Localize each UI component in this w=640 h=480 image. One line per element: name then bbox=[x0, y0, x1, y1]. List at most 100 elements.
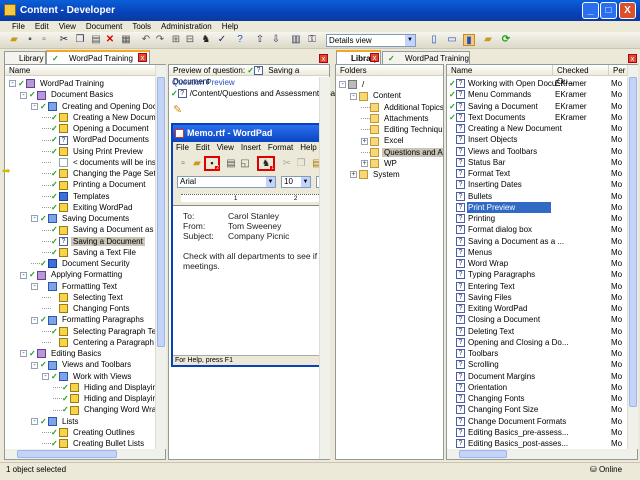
menu-file[interactable]: File bbox=[12, 21, 25, 32]
tab-wordpad-training-left[interactable]: ✓ WordPad Training x bbox=[46, 50, 150, 64]
tree-item[interactable]: ✓ Exiting WordPad bbox=[42, 202, 134, 213]
print-icon[interactable]: ▫ bbox=[38, 34, 50, 46]
list-horizontal-scrollbar[interactable] bbox=[447, 449, 637, 459]
tree-item[interactable]: Selecting Text bbox=[42, 292, 125, 303]
folder-item[interactable]: Editing Techniques bbox=[361, 124, 443, 135]
collapse-icon[interactable]: - bbox=[20, 271, 27, 279]
view-select[interactable]: Details view ▼ bbox=[326, 34, 416, 47]
tree-item[interactable]: ✓ Creating Outlines bbox=[42, 427, 137, 438]
close-pane-icon[interactable]: x bbox=[319, 54, 328, 63]
folder-item[interactable]: - / bbox=[339, 79, 366, 90]
copy-icon[interactable]: ❐ bbox=[74, 34, 86, 46]
collapse-icon[interactable]: - bbox=[31, 316, 38, 324]
collapse-icon[interactable]: - bbox=[20, 350, 27, 358]
layout-horizontal-icon[interactable]: ▭ bbox=[446, 34, 458, 46]
menu-document[interactable]: Document bbox=[86, 21, 122, 32]
list-item[interactable]: ? Printing Mo bbox=[447, 213, 627, 224]
list-item[interactable]: ✓? Text Documents EKramer Mo bbox=[447, 112, 627, 123]
spellcheck-icon[interactable]: ✓ bbox=[216, 34, 228, 46]
close-tab-icon[interactable]: x bbox=[138, 53, 147, 62]
list-item[interactable]: ? Editing Basics_pre-assess... Mo bbox=[447, 427, 627, 438]
close-tab-icon[interactable]: x bbox=[370, 53, 379, 62]
tree-item[interactable]: - ✓ Document Basics bbox=[20, 89, 115, 100]
list-item[interactable]: ? Scrolling Mo bbox=[447, 359, 627, 370]
collapse-icon[interactable]: ⊟ bbox=[184, 34, 196, 46]
wp-menu-format[interactable]: Format bbox=[268, 142, 293, 154]
folder-up-icon[interactable]: ▰ bbox=[482, 34, 494, 46]
tree-item[interactable]: - ✓ Formatting Paragraphs bbox=[31, 314, 146, 325]
tree-horizontal-scrollbar[interactable] bbox=[5, 449, 165, 459]
menu-tools[interactable]: Tools bbox=[132, 21, 151, 32]
list-item[interactable]: ? Editing Basics_post-asses... Mo bbox=[447, 438, 627, 449]
folder-item[interactable]: - Content bbox=[350, 90, 403, 101]
expand-icon[interactable]: + bbox=[361, 160, 368, 168]
open-icon[interactable]: ▰ bbox=[8, 34, 20, 46]
list-item[interactable]: ? Views and Toolbars Mo bbox=[447, 146, 627, 157]
list-item[interactable]: ? Exiting WordPad Mo bbox=[447, 303, 627, 314]
list-item[interactable]: ? Saving Files Mo bbox=[447, 292, 627, 303]
tree-item[interactable]: ✓ Saving a Text File bbox=[42, 247, 138, 258]
folder-item[interactable]: Questions and Asses bbox=[361, 147, 443, 158]
collapse-icon[interactable]: - bbox=[31, 282, 38, 290]
list-item[interactable]: ✓? Saving a Document EKramer Mo bbox=[447, 101, 627, 112]
list-item[interactable]: ? Entering Text Mo bbox=[447, 281, 627, 292]
collapse-icon[interactable]: - bbox=[20, 91, 27, 99]
minimize-button[interactable]: _ bbox=[582, 2, 599, 19]
chevron-down-icon[interactable]: ▼ bbox=[266, 177, 275, 187]
save-icon-highlighted[interactable]: ▪ 2 bbox=[204, 156, 220, 171]
wordpad-document[interactable]: To: Carol Stanley From: Tom Sweeney Subj… bbox=[173, 207, 327, 355]
print-icon[interactable]: ▤ bbox=[225, 158, 237, 170]
list-item[interactable]: ? Closing a Document Mo bbox=[447, 314, 627, 325]
menu-view[interactable]: View bbox=[59, 21, 76, 32]
list-item[interactable]: ? Bullets Mo bbox=[447, 191, 627, 202]
delete-icon[interactable]: ✕ bbox=[104, 34, 116, 46]
list-item[interactable]: ? Change Document Formats Mo bbox=[447, 416, 627, 427]
list-item[interactable]: ? Creating a New Document Mo bbox=[447, 123, 627, 134]
list-item[interactable]: ✓? Working with Open Docu... EKramer Mo bbox=[447, 78, 627, 89]
list-item[interactable]: ? Changing Fonts Mo bbox=[447, 393, 627, 404]
copy-icon[interactable]: ❐ bbox=[295, 158, 307, 170]
new-icon[interactable]: ▫ bbox=[177, 158, 189, 170]
list-item[interactable]: ? Menus Mo bbox=[447, 247, 627, 258]
list-item[interactable]: ? Inserting Dates Mo bbox=[447, 179, 627, 190]
list-item[interactable]: ? Orientation Mo bbox=[447, 382, 627, 393]
collapse-icon[interactable]: - bbox=[31, 102, 38, 110]
refresh-icon[interactable]: ⟳ bbox=[500, 34, 512, 46]
collapse-icon[interactable]: - bbox=[9, 80, 16, 88]
menu-administration[interactable]: Administration bbox=[161, 21, 212, 32]
folder-item[interactable]: + System bbox=[350, 169, 402, 180]
list-item[interactable]: ? Format Text Mo bbox=[447, 168, 627, 179]
tree-item[interactable]: ✓ Creating Bullet Lists bbox=[42, 438, 146, 449]
publish-icon[interactable]: ▥ bbox=[290, 34, 302, 46]
save-icon[interactable]: ▪ bbox=[24, 34, 36, 46]
tree-item[interactable]: ✓ Creating a New Document bbox=[42, 112, 155, 123]
tree-item[interactable]: < documents will be inserte bbox=[42, 157, 155, 168]
list-item[interactable]: ? Document Margins Mo bbox=[447, 371, 627, 382]
tree-item[interactable]: Centering a Paragraph bbox=[42, 337, 155, 348]
tree-item[interactable]: - ✓ Views and Toolbars bbox=[31, 359, 133, 370]
collapse-icon[interactable]: - bbox=[31, 215, 38, 223]
list-item[interactable]: ✓? Menu Commands EKramer Mo bbox=[447, 89, 627, 100]
layout-single-icon[interactable]: ▯ bbox=[428, 34, 440, 46]
list-item[interactable]: ? Typing Paragraphs Mo bbox=[447, 269, 627, 280]
undo-icon[interactable]: ↶ bbox=[140, 34, 152, 46]
collapse-icon[interactable]: - bbox=[339, 81, 346, 89]
tree-item[interactable]: Changing Fonts bbox=[42, 303, 131, 314]
menu-help[interactable]: Help bbox=[222, 21, 238, 32]
permissions-icon[interactable]: ⚿ bbox=[306, 34, 318, 46]
tree-item[interactable]: ✓ Using Print Preview bbox=[42, 146, 145, 157]
wp-menu-insert[interactable]: Insert bbox=[241, 142, 261, 154]
list-vertical-scrollbar[interactable] bbox=[627, 65, 638, 449]
list-item[interactable]: ? Deleting Text Mo bbox=[447, 326, 627, 337]
tree-item[interactable]: -✓ Creating and Opening Documer bbox=[31, 101, 155, 112]
font-size-select[interactable]: 10 ▼ bbox=[281, 176, 311, 188]
layout-vertical-icon[interactable]: ▮ bbox=[463, 34, 475, 46]
tree-vertical-scrollbar[interactable] bbox=[155, 65, 166, 449]
tree-item[interactable]: ✓ Changing Word Wrap O bbox=[53, 404, 155, 415]
tree-item[interactable]: ✓ Opening a Document bbox=[42, 123, 151, 134]
tree-item[interactable]: - ✓ Lists bbox=[31, 416, 80, 427]
find-icon-highlighted[interactable]: ♞ 1 bbox=[257, 156, 275, 171]
redo-icon[interactable]: ↷ bbox=[154, 34, 166, 46]
list-item[interactable]: ? Saving a Document as a ... Mo bbox=[447, 236, 627, 247]
collapse-icon[interactable]: - bbox=[31, 417, 38, 425]
